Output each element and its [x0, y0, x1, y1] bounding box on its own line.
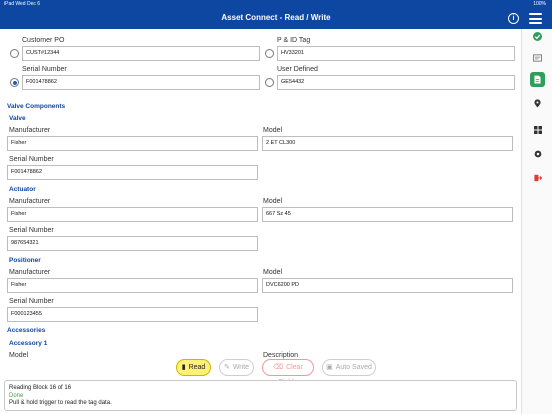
page-title: Asset Connect - Read / Write [221, 13, 331, 22]
save-icon: ▣ [326, 364, 333, 371]
customer-po-label: Customer PO [22, 37, 65, 44]
actuator-model-label: Model [263, 198, 283, 205]
log-line-1: Reading Block 16 of 16 [9, 385, 72, 391]
customer-po-field[interactable]: CUST#12344 [22, 46, 260, 61]
status-left: iPad Wed Dec 6 [4, 1, 41, 7]
right-rail [521, 29, 552, 414]
valve-manufacturer-label: Manufacturer [9, 127, 51, 134]
read-log-panel: Reading Block 16 of 16 Done Pull & hold … [4, 380, 517, 411]
log-line-2: Done [9, 392, 24, 399]
actuator-manufacturer-label: Manufacturer [9, 198, 51, 205]
battery-status: 100% [533, 1, 546, 7]
accessories-heading: Accessories [7, 327, 46, 334]
accessory-1-model-label: Model [9, 352, 29, 359]
form-content[interactable]: Customer PO CUST#12344 P & ID Tag HV3320… [0, 29, 521, 359]
clear-icon: ⌫ [273, 364, 284, 371]
check-icon[interactable] [530, 29, 545, 44]
pid-tag-label: P & ID Tag [277, 37, 311, 44]
positioner-manufacturer-field[interactable]: Fisher [7, 278, 258, 293]
read-button-label: Read [188, 364, 206, 371]
pid-tag-radio[interactable] [265, 49, 274, 58]
info-icon[interactable]: i [508, 13, 519, 24]
actuator-manufacturer-field[interactable]: Fisher [7, 207, 258, 222]
clear-fields-button[interactable]: ⌫Clear Fields [262, 359, 314, 386]
positioner-model-label: Model [263, 269, 283, 276]
hamburger-menu-icon[interactable] [529, 13, 542, 24]
user-defined-label: User Defined [277, 66, 318, 73]
read-icon: ▮ [181, 364, 186, 371]
valve-serial-field[interactable]: F001478862 [7, 165, 258, 180]
accessory-1-heading: Accessory 1 [9, 340, 48, 347]
write-button-label: Write [232, 364, 250, 371]
actuator-heading: Actuator [9, 186, 36, 193]
actuator-serial-label: Serial Number [9, 227, 54, 234]
valve-serial-label: Serial Number [9, 156, 54, 163]
valve-manufacturer-field[interactable]: Fisher [7, 136, 258, 151]
logout-icon[interactable] [530, 170, 545, 185]
auto-saved-button-label: Auto Saved [335, 364, 372, 371]
valve-components-heading: Valve Components [7, 103, 66, 110]
positioner-model-field[interactable]: DVC6200 PD [262, 278, 513, 293]
serial-number-label: Serial Number [22, 66, 67, 73]
auto-saved-button[interactable]: ▣ Auto Saved [322, 359, 376, 376]
grid-icon[interactable] [530, 122, 545, 137]
positioner-manufacturer-label: Manufacturer [9, 269, 51, 276]
write-button[interactable]: ✎ Write [219, 359, 254, 376]
positioner-heading: Positioner [9, 257, 41, 264]
log-line-3: Pull & hold trigger to read the tag data… [9, 400, 112, 406]
user-defined-radio[interactable] [265, 78, 274, 87]
user-defined-field[interactable]: GE54432 [277, 75, 515, 90]
actuator-model-field[interactable]: 667 Sz 45 [262, 207, 513, 222]
write-icon: ✎ [223, 364, 230, 371]
valve-model-field[interactable]: 2 ET CL300 [262, 136, 513, 151]
accessory-1-description-label: Description [263, 352, 299, 359]
location-icon[interactable] [530, 96, 545, 111]
valve-heading: Valve [9, 115, 26, 122]
serial-number-radio[interactable] [10, 78, 19, 87]
valve-model-label: Model [263, 127, 283, 134]
settings-icon[interactable] [530, 146, 545, 161]
actuator-serial-field[interactable]: 987654321 [7, 236, 258, 251]
action-toolbar: ▮Read ✎Write ⌫Clear Fields ▣Auto Saved [0, 359, 521, 386]
positioner-serial-field[interactable]: F000123455 [7, 307, 258, 322]
positioner-serial-label: Serial Number [9, 298, 54, 305]
customer-po-radio[interactable] [10, 49, 19, 58]
read-button[interactable]: ▮ Read [176, 359, 211, 376]
tag-icon[interactable] [530, 50, 545, 65]
status-bar: iPad Wed Dec 6 100% [0, 0, 552, 8]
serial-number-field[interactable]: F001478862 [22, 75, 260, 90]
navigation-bar: Asset Connect - Read / Write i [0, 8, 552, 29]
pid-tag-field[interactable]: HV33201 [277, 46, 515, 61]
document-icon[interactable] [530, 72, 545, 87]
